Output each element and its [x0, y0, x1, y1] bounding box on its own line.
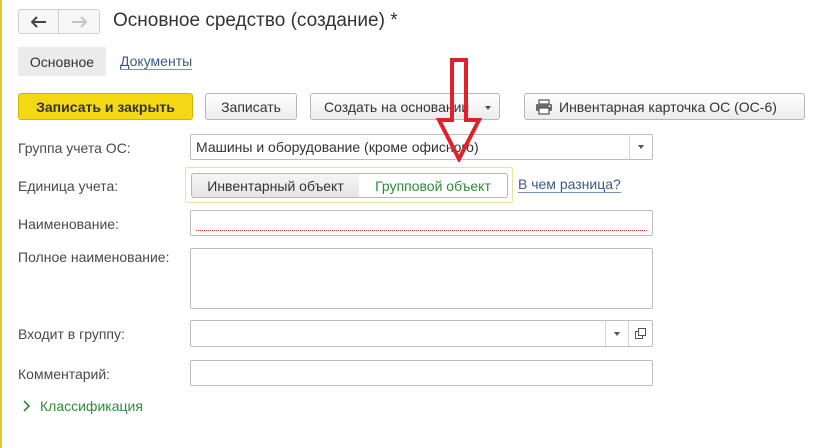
open-window-icon — [635, 328, 646, 339]
red-down-arrow-icon — [436, 58, 482, 162]
unit-option-group[interactable]: Групповой объект — [359, 173, 508, 198]
comment-label: Комментарий: — [18, 366, 111, 382]
group-dropdown-button[interactable] — [629, 135, 652, 159]
inventory-card-button[interactable]: Инвентарная карточка ОС (ОС-6) — [524, 93, 805, 120]
tab-documents[interactable]: Документы — [120, 54, 193, 70]
unit-option-inventory[interactable]: Инвентарный объект — [191, 173, 360, 198]
arrow-left-icon — [30, 15, 46, 28]
parent-group-open-button[interactable] — [628, 321, 652, 346]
inventory-card-label: Инвентарная карточка ОС (ОС-6) — [559, 98, 777, 115]
parent-group-input[interactable] — [190, 320, 653, 347]
save-button[interactable]: Записать — [205, 93, 297, 120]
parent-group-dropdown-button[interactable] — [605, 321, 628, 346]
chevron-down-icon — [485, 106, 491, 110]
unit-difference-link[interactable]: В чем разница? — [518, 177, 621, 193]
fullname-textarea[interactable] — [190, 248, 653, 309]
group-select[interactable]: Машины и оборудование (кроме офисного) — [190, 134, 653, 160]
name-input[interactable] — [190, 210, 653, 236]
fullname-label: Полное наименование: — [18, 249, 170, 265]
chevron-down-icon — [614, 331, 620, 336]
history-nav — [18, 9, 100, 34]
group-label: Группа учета ОС: — [18, 140, 131, 156]
chevron-right-icon — [23, 400, 31, 412]
classification-toggle[interactable]: Классификация — [20, 398, 143, 414]
unit-label: Единица учета: — [18, 178, 119, 194]
unit-toggle: Инвентарный объект Групповой объект — [185, 167, 513, 203]
comment-input[interactable] — [190, 360, 653, 386]
tab-main[interactable]: Основное — [18, 47, 106, 76]
classification-label: Классификация — [40, 398, 143, 414]
name-label: Наименование: — [18, 216, 119, 232]
required-underline — [196, 230, 647, 231]
page-title: Основное средство (создание) * — [113, 10, 398, 31]
chevron-down-icon — [638, 145, 644, 149]
forward-button[interactable] — [59, 9, 100, 34]
arrow-right-icon — [72, 15, 87, 28]
parent-group-label: Входит в группу: — [18, 326, 125, 342]
save-and-close-button[interactable]: Записать и закрыть — [18, 93, 193, 120]
back-button[interactable] — [18, 9, 59, 34]
left-accent-bar — [0, 0, 2, 448]
printer-icon — [536, 98, 552, 115]
